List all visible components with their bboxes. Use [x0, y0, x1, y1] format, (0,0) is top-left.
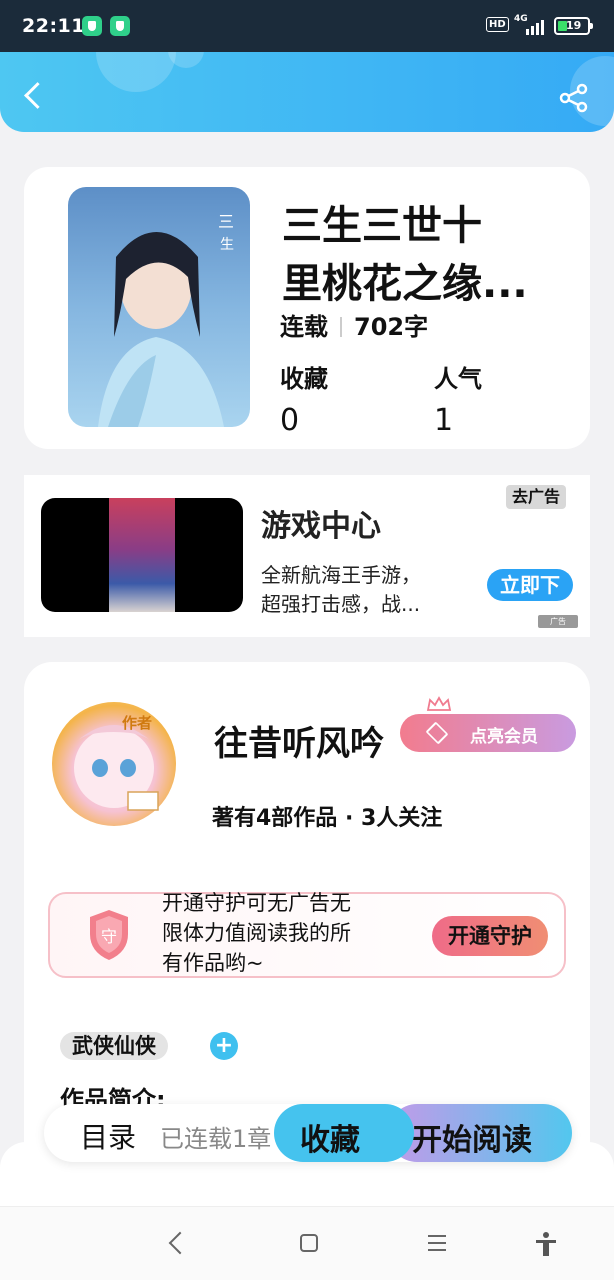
- book-title: 三生三世十 里桃花之缘...: [282, 203, 528, 307]
- collect-label: 收藏: [280, 365, 328, 393]
- battery-level: 19: [566, 19, 582, 32]
- remove-ad-button[interactable]: 去广告: [506, 485, 567, 509]
- book-status: 连载 702字: [280, 307, 428, 342]
- guard-banner[interactable]: 守 开通守护可无广告无 限体力值阅读我的所 有作品哟~ 开通守护: [48, 891, 566, 978]
- hd-icon: HD: [486, 17, 509, 32]
- battery-icon: 19: [554, 17, 593, 35]
- add-tag-button[interactable]: +: [210, 1032, 238, 1060]
- toc-button[interactable]: 目录: [80, 1116, 136, 1156]
- ad-image[interactable]: [41, 498, 243, 612]
- svg-text:守: 守: [101, 927, 117, 946]
- crown-icon: [426, 696, 452, 711]
- svg-text:生: 生: [220, 237, 234, 253]
- nav-menu-icon[interactable]: [428, 1235, 446, 1251]
- nav-home-icon[interactable]: [300, 1234, 318, 1252]
- author-name: 往昔听风吟: [214, 724, 384, 764]
- header: [0, 52, 614, 132]
- svg-text:三: 三: [218, 212, 234, 231]
- guard-description: 开通守护可无广告无 限体力值阅读我的所 有作品哟~: [162, 891, 351, 975]
- status-time: 22:11: [22, 15, 85, 37]
- open-guard-button[interactable]: 开通守护: [432, 916, 548, 956]
- collect-count: 0: [280, 403, 300, 438]
- ad-download-button[interactable]: 立即下: [487, 569, 573, 601]
- vip-button[interactable]: 点亮会员: [400, 714, 576, 752]
- popularity-count: 1: [434, 403, 454, 438]
- accessibility-icon[interactable]: [534, 1231, 558, 1257]
- status-bar: 22:11 HD 4G 19: [0, 0, 614, 52]
- book-cover[interactable]: 三 生: [68, 187, 250, 427]
- shield-icon: [82, 16, 102, 36]
- nav-back-icon[interactable]: [168, 1231, 192, 1255]
- ad-title: 游戏中心: [261, 509, 381, 544]
- shield-icon: [110, 16, 130, 36]
- book-info-card: 三 生 三生三世十 里桃花之缘... 连载 702字 收藏 人气 0 1: [24, 167, 590, 449]
- ad-banner[interactable]: 游戏中心 全新航海王手游， 超强打击感，战... 去广告 立即下 广告: [24, 475, 590, 637]
- bottom-action-bar: 目录 已连载1章 开始阅读 收藏: [44, 1104, 572, 1162]
- word-count: 702字: [354, 313, 429, 341]
- start-reading-button[interactable]: 开始阅读: [388, 1104, 572, 1162]
- diamond-icon: [425, 721, 449, 745]
- signal-icon: [526, 17, 548, 35]
- author-stats: 著有4部作品 · 3人关注: [212, 806, 443, 831]
- collect-button[interactable]: 收藏: [274, 1104, 414, 1162]
- back-button[interactable]: [18, 78, 48, 114]
- author-avatar[interactable]: [52, 702, 176, 826]
- serial-status: 连载: [280, 313, 328, 341]
- guard-shield-icon: 守: [90, 910, 128, 960]
- chapter-progress: 已连载1章: [160, 1125, 272, 1153]
- genre-tag[interactable]: 武侠仙侠: [60, 1032, 168, 1060]
- share-icon[interactable]: [556, 80, 592, 116]
- popularity-label: 人气: [434, 365, 482, 393]
- ad-badge: 广告: [538, 615, 578, 628]
- ad-description: 全新航海王手游， 超强打击感，战...: [261, 563, 421, 616]
- author-tag: 作者: [122, 714, 153, 732]
- system-nav-bar: [0, 1206, 614, 1280]
